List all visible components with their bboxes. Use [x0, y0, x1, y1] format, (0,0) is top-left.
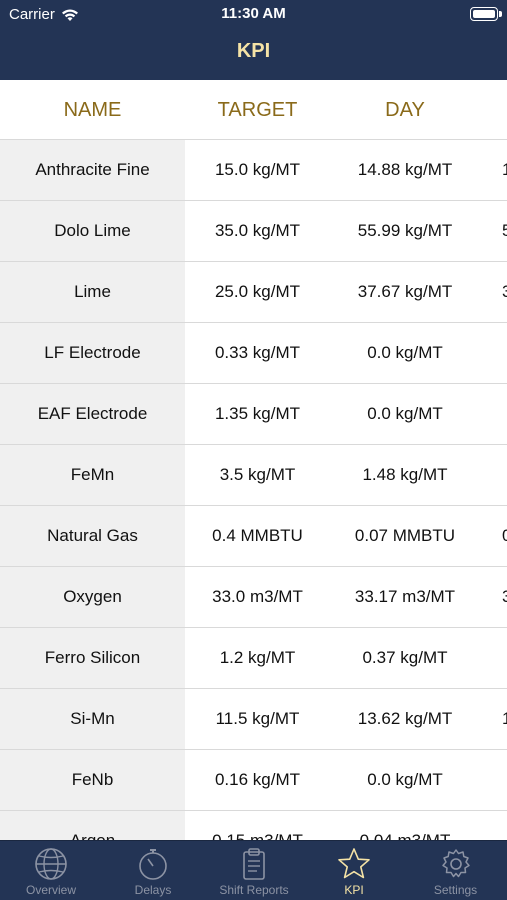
- row-target: 1.35 kg/MT: [214, 404, 301, 423]
- row-name: Ferro Silicon: [0, 628, 185, 688]
- row-name: Dolo Lime: [0, 201, 185, 261]
- row-day: 0.07 MMBTU: [354, 526, 456, 545]
- tab-shift-reports[interactable]: Shift Reports: [204, 841, 304, 900]
- row-target: 35.0 kg/MT: [214, 221, 301, 240]
- row-target: 11.5 kg/MT: [215, 709, 300, 728]
- row-extra: 5: [502, 221, 507, 240]
- row-extra: 0: [502, 526, 507, 545]
- table-row[interactable]: FeMn 3.5 kg/MT 1.48 kg/MT: [0, 445, 507, 506]
- row-target: 3.5 kg/MT: [219, 465, 296, 484]
- row-extra: [502, 384, 507, 444]
- column-header-name: NAME: [63, 99, 122, 121]
- table-body: Anthracite Fine 15.0 kg/MT 14.88 kg/MT 1…: [0, 140, 507, 840]
- row-day: 0.0 kg/MT: [367, 770, 443, 789]
- row-day: 0.37 kg/MT: [362, 648, 448, 667]
- row-extra: [502, 628, 507, 688]
- tab-overview[interactable]: Overview: [0, 841, 102, 900]
- row-name: Oxygen: [0, 567, 185, 627]
- table-row[interactable]: Ferro Silicon 1.2 kg/MT 0.37 kg/MT: [0, 628, 507, 689]
- row-extra: 3: [502, 282, 507, 301]
- table-row[interactable]: EAF Electrode 1.35 kg/MT 0.0 kg/MT: [0, 384, 507, 445]
- battery-icon: [470, 7, 502, 21]
- row-name: Si-Mn: [0, 689, 185, 749]
- row-day: 0.04 m3/MT: [330, 811, 480, 840]
- row-name: FeMn: [0, 445, 185, 505]
- gear-icon: [441, 849, 470, 878]
- row-name: FeNb: [0, 750, 185, 810]
- table-row[interactable]: Si-Mn 11.5 kg/MT 13.62 kg/MT 1: [0, 689, 507, 750]
- row-extra: [502, 811, 507, 840]
- table-row[interactable]: Anthracite Fine 15.0 kg/MT 14.88 kg/MT 1: [0, 140, 507, 201]
- row-target: 0.33 kg/MT: [214, 343, 301, 362]
- status-bar: Carrier 11:30 AM: [0, 0, 507, 28]
- row-name: Natural Gas: [0, 506, 185, 566]
- row-day: 0.0 kg/MT: [367, 343, 443, 362]
- row-day: 33.17 m3/MT: [354, 587, 456, 606]
- column-header-target: TARGET: [217, 99, 298, 121]
- tab-bar: Overview Delays Shift Reports KPI Settin…: [0, 840, 507, 900]
- clipboard-icon: [243, 848, 265, 880]
- tab-label: KPI: [344, 883, 364, 897]
- row-day: 55.99 kg/MT: [357, 221, 453, 240]
- row-extra: 3: [502, 587, 507, 606]
- globe-icon: [35, 848, 67, 880]
- tab-settings[interactable]: Settings: [404, 841, 507, 900]
- tab-label: Delays: [134, 883, 172, 897]
- clock: 11:30 AM: [221, 5, 286, 22]
- row-target: 0.4 MMBTU: [212, 526, 303, 545]
- navigation-bar: Carrier 11:30 AM KPI: [0, 0, 507, 80]
- tab-label: Shift Reports: [219, 883, 289, 897]
- row-day: 1.48 kg/MT: [362, 465, 448, 484]
- row-target: 1.2 kg/MT: [219, 648, 296, 667]
- row-name: LF Electrode: [0, 323, 185, 383]
- row-day: 37.67 kg/MT: [357, 282, 453, 301]
- row-target: 0.15 m3/MT: [185, 811, 330, 840]
- row-day: 0.0 kg/MT: [367, 404, 443, 423]
- table-row[interactable]: FeNb 0.16 kg/MT 0.0 kg/MT: [0, 750, 507, 811]
- row-extra: [502, 750, 507, 810]
- table-header: NAME TARGET DAY: [0, 80, 507, 140]
- row-day: 13.62 kg/MT: [357, 709, 453, 728]
- row-target: 0.16 kg/MT: [214, 770, 301, 789]
- row-name: Anthracite Fine: [0, 140, 185, 200]
- row-target: 25.0 kg/MT: [214, 282, 301, 301]
- row-name: Argon: [0, 811, 185, 840]
- tab-delays[interactable]: Delays: [102, 841, 204, 900]
- row-extra: [502, 323, 507, 383]
- table-row[interactable]: Oxygen 33.0 m3/MT 33.17 m3/MT 3: [0, 567, 507, 628]
- tab-label: Settings: [433, 883, 478, 897]
- row-extra: 1: [502, 709, 507, 728]
- table-row[interactable]: Argon 0.15 m3/MT 0.04 m3/MT: [0, 811, 507, 840]
- table-row[interactable]: Lime 25.0 kg/MT 37.67 kg/MT 3: [0, 262, 507, 323]
- row-target: 33.0 m3/MT: [212, 587, 303, 606]
- table-row[interactable]: LF Electrode 0.33 kg/MT 0.0 kg/MT: [0, 323, 507, 384]
- row-day: 14.88 kg/MT: [357, 160, 453, 179]
- tab-label: Overview: [25, 883, 76, 897]
- row-name: Lime: [0, 262, 185, 322]
- column-header-day: DAY: [385, 99, 425, 121]
- kpi-table[interactable]: NAME TARGET DAY Anthracite Fine 15.0 kg/…: [0, 80, 507, 840]
- tab-kpi[interactable]: KPI: [304, 841, 404, 900]
- star-icon: [338, 848, 370, 879]
- table-row[interactable]: Dolo Lime 35.0 kg/MT 55.99 kg/MT 5: [0, 201, 507, 262]
- page-title: KPI: [236, 40, 271, 62]
- row-extra: [502, 445, 507, 505]
- row-name: EAF Electrode: [0, 384, 185, 444]
- row-target: 15.0 kg/MT: [214, 160, 301, 179]
- row-extra: 1: [502, 160, 507, 179]
- table-row[interactable]: Natural Gas 0.4 MMBTU 0.07 MMBTU 0: [0, 506, 507, 567]
- stopwatch-icon: [139, 849, 167, 880]
